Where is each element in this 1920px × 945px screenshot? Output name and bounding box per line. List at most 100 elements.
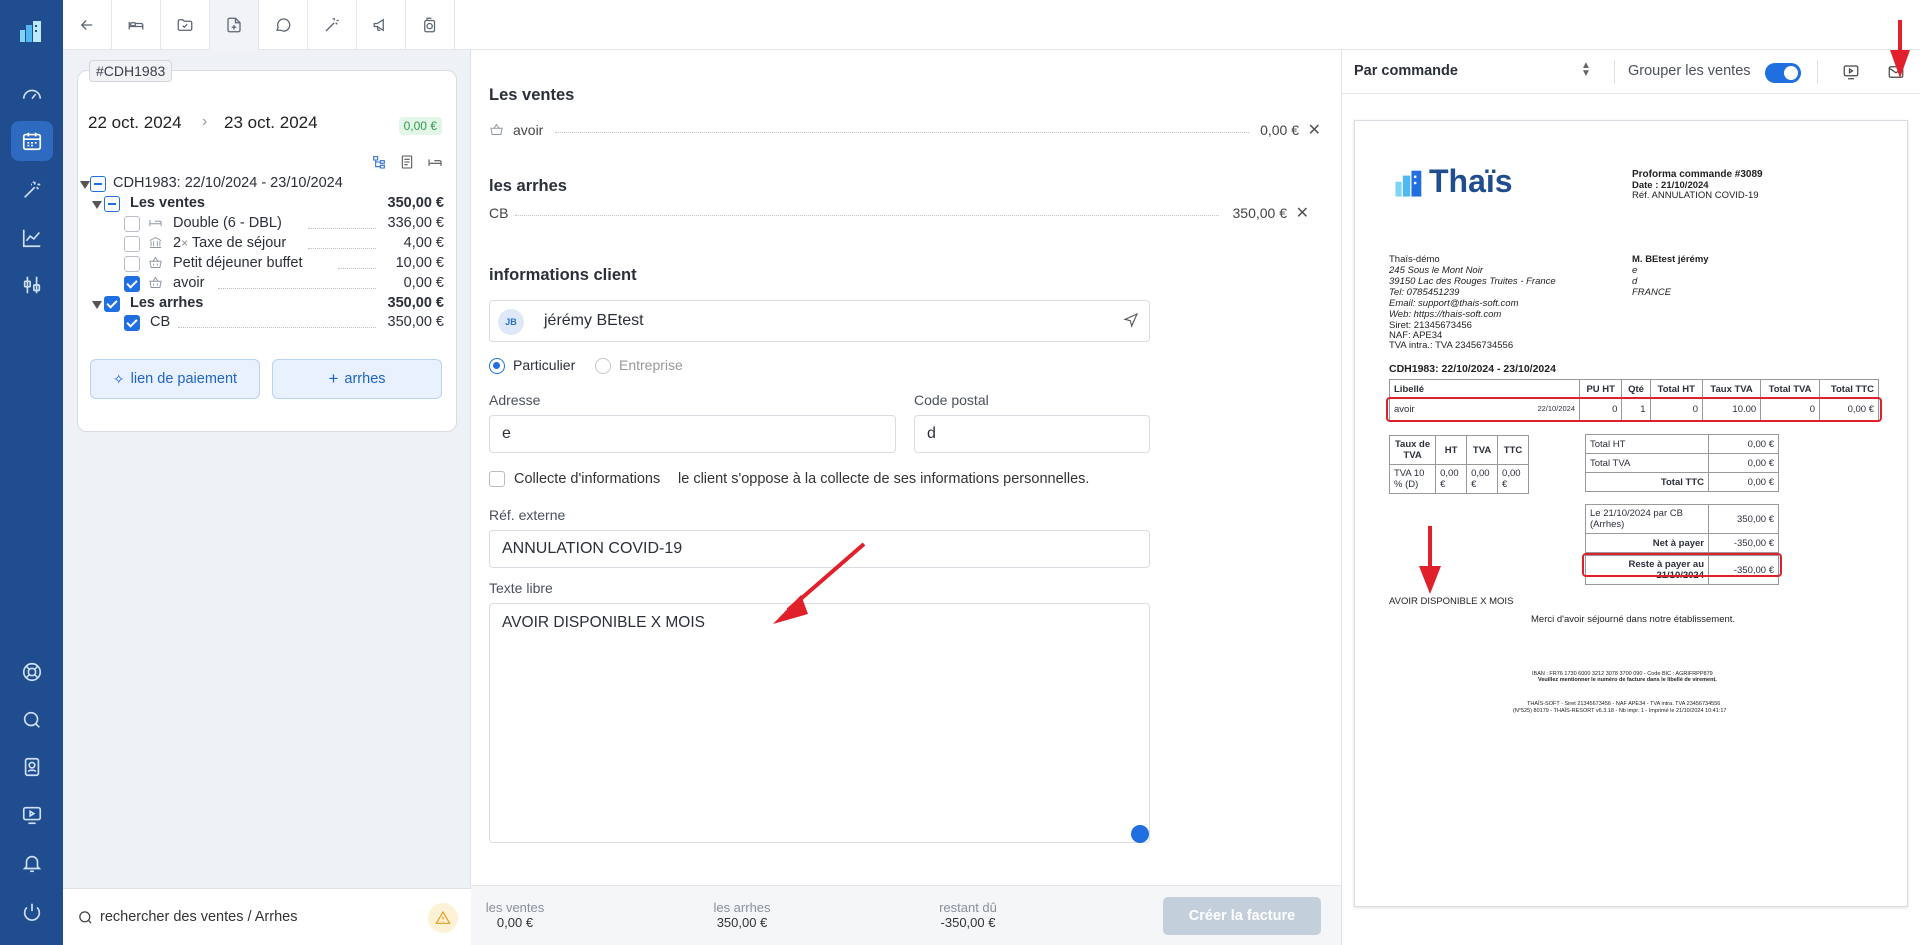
doc-ref: Réf. ANNULATION COVID-19 [1632,190,1759,201]
doc-title: Proforma commande #3089 [1632,169,1763,180]
add-arrhes-button[interactable]: + arrhes [272,359,442,399]
warning-icon[interactable] [428,903,458,933]
collect-checkbox[interactable] [489,471,505,487]
collect-label: Collecte d'informations [514,471,661,487]
contacts-book-icon[interactable] [19,754,45,780]
folder-open-icon[interactable] [161,0,210,50]
footer-arrhes-value: 350,00 € [716,915,768,930]
client-selector[interactable]: JB jérémy BEtest [489,300,1150,342]
item-checkbox[interactable] [124,315,140,331]
tree-item-cb[interactable]: CB 350,00 € [78,311,456,335]
item-checkbox[interactable] [124,216,140,232]
plus-icon: + [328,369,339,388]
receipt-icon[interactable] [398,153,416,171]
search-input[interactable]: rechercher des ventes / Arrhes [100,909,297,925]
payment-link-label: lien de paiement [130,371,238,387]
document-plus-icon[interactable] [210,0,259,50]
megaphone-icon[interactable] [357,0,406,50]
vat-table: Taux de TVA HT TVA TTC TVA 10 % (D) 0,00… [1388,435,1529,494]
footer-due-label: restant dû [939,900,997,915]
footer-ventes: les ventes 0,00 € [485,900,545,930]
ventes-checkbox[interactable] [104,196,120,212]
settings-sliders-icon[interactable] [19,272,45,298]
vente-line: avoir 0,00 € ✕ [489,120,1321,142]
th: Total HT [1649,379,1704,399]
arrhes-total: 350,00 € [387,295,444,311]
search-bar[interactable]: rechercher des ventes / Arrhes [63,888,471,945]
company-line: TVA intra.: TVA 23456734556 [1389,340,1514,351]
power-icon[interactable] [19,899,45,925]
bed-icon[interactable] [112,0,161,50]
doc-iban-note: Veuillez mentionner le numéro de facture… [1538,677,1717,683]
magic-wand-icon[interactable] [308,0,357,50]
create-invoice-button[interactable]: Créer la facture [1163,897,1321,935]
search-icon[interactable] [19,707,45,733]
th: Total TTC [1818,379,1880,399]
chat-icon[interactable] [259,0,308,50]
group-sales-toggle[interactable] [1765,63,1801,83]
bed-icon[interactable] [426,153,444,171]
td: 0,00 € [1435,464,1468,494]
bell-icon[interactable] [19,850,45,876]
payment-link-button[interactable]: ✧ lien de paiement [90,359,260,399]
item-checkbox[interactable] [124,276,140,292]
video-screen-icon[interactable] [19,802,45,828]
company-line: 245 Sous le Mont Noir [1389,265,1483,276]
dotted-leader [338,268,376,269]
chevron-right-icon: › [202,113,208,130]
add-arrhes-label: arrhes [344,371,386,387]
radio-particulier-label: Particulier [513,357,576,373]
collapse-triangle-icon[interactable] [80,181,90,189]
item-label: Double (6 - DBL) [173,215,282,231]
taxe-qty: 2× Taxe de séjour [173,235,286,251]
multiply-sign: × [181,236,189,250]
calendar-icon[interactable] [11,121,53,161]
tree-view-icon[interactable] [370,153,388,171]
ref-label: Réf. externe [489,507,566,523]
arrhes-checkbox[interactable] [104,296,120,312]
th: Libellé [1389,379,1580,399]
navigate-arrow-icon[interactable] [1123,312,1139,333]
doc-footer: THAÏS-SOFT - Siret 21345673456 - NAF APE… [1527,701,1721,707]
back-arrow-icon[interactable] [63,0,112,50]
grammar-check-icon[interactable] [1131,825,1149,843]
collapse-triangle-icon[interactable] [92,201,102,209]
footer-arrhes-label: les arrhes [713,900,771,915]
screen-preview-icon[interactable] [1842,63,1860,86]
radio-particulier[interactable] [489,358,505,374]
td: 350,00 € [1708,504,1779,534]
radio-entreprise[interactable] [595,358,611,374]
item-value: 350,00 € [387,314,444,330]
doc-footer: (N°525) 80179 - THAÏS-RESORT v6.3.18 - N… [1513,708,1727,714]
magic-wand-icon[interactable] [19,177,45,203]
stats-chart-icon[interactable] [19,225,45,251]
client-name: jérémy BEtest [544,312,644,329]
table-row: Net à payer -350,00 € [1585,533,1779,553]
company-line: Email: support@thais-soft.com [1389,298,1519,309]
td: Total TVA [1585,453,1709,473]
thais-logo-icon[interactable] [18,18,44,44]
red-annotation-arrow-icon [1419,526,1441,594]
table-row: Total TVA 0,00 € [1585,453,1779,473]
collect-text: le client s'oppose à la collecte de ses … [678,471,1090,487]
item-label: avoir [173,275,205,291]
dashboard-gauge-icon[interactable] [19,82,45,108]
postal-field[interactable]: d [914,415,1150,453]
address-field[interactable]: e [489,415,896,453]
root-checkbox[interactable] [90,176,106,192]
select-arrows-icon[interactable]: ▲ ▼ [1581,61,1591,79]
help-lifebuoy-icon[interactable] [19,659,45,685]
camera-icon[interactable] [406,0,455,50]
collapse-triangle-icon[interactable] [92,301,102,309]
th: Total TVA [1760,379,1820,399]
bed-icon [148,215,164,231]
remove-vente-close-icon[interactable]: ✕ [1308,120,1321,140]
dotted-leader [178,327,376,328]
th: Taux de TVA [1388,435,1437,465]
remove-arrhes-close-icon[interactable]: ✕ [1296,203,1309,223]
basket-icon [148,275,164,291]
mode-select[interactable]: Par commande [1354,63,1458,79]
item-checkbox[interactable] [124,236,140,252]
item-value: 10,00 € [395,255,444,271]
item-checkbox[interactable] [124,256,140,272]
